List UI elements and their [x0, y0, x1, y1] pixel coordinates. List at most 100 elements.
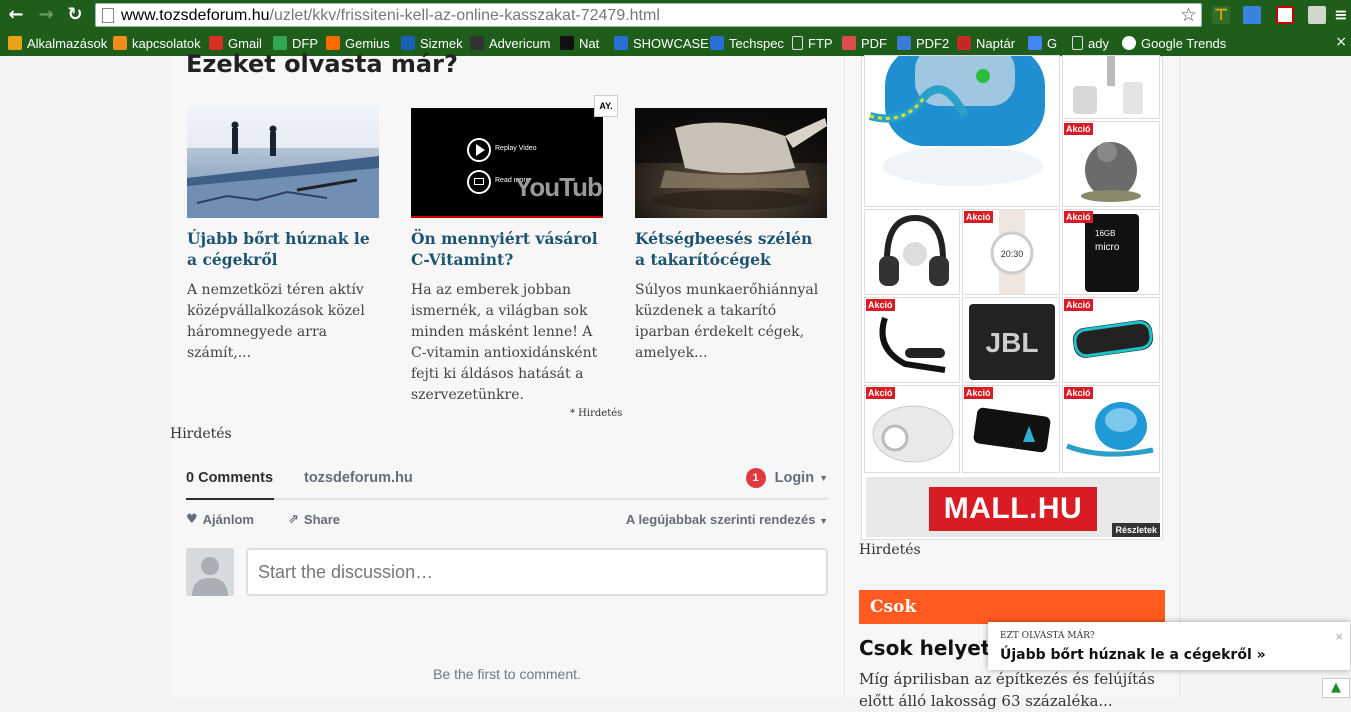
bookmark-item[interactable]: FTP — [792, 34, 833, 52]
play-icon[interactable] — [467, 138, 491, 162]
card-excerpt: Súlyos munkaerőhiánnyal küzdenek a takar… — [635, 282, 819, 361]
read-next-popup[interactable]: EZT OLVASTA MÁR? Újabb bőrt húznak le a … — [988, 622, 1350, 670]
login-label[interactable]: Login — [775, 470, 814, 486]
pickaxe-extension-icon[interactable]: ⊤ — [1212, 6, 1230, 24]
bookmark-item[interactable]: Alkalmazások — [8, 34, 107, 52]
product-tile[interactable]: Akció — [962, 385, 1060, 473]
bookmark-item[interactable]: ady — [1072, 34, 1109, 52]
bookmark-item[interactable]: G — [1028, 34, 1057, 52]
product-tile[interactable]: Akció 16GB micro — [1062, 209, 1160, 295]
reload-icon[interactable]: ↻ — [64, 4, 86, 26]
product-tile[interactable]: JBL — [962, 297, 1060, 383]
video-player[interactable]: Replay Video Read more YouTube — [411, 108, 603, 218]
product-tile[interactable] — [864, 55, 1060, 207]
bookmark-label: Techspec — [729, 35, 784, 51]
bookmark-star-icon[interactable]: ☆ — [1180, 4, 1197, 26]
product-tile[interactable]: Akció — [864, 385, 960, 473]
bookmark-favicon-icon — [560, 36, 574, 50]
bookmark-favicon-icon — [1028, 36, 1042, 50]
product-tile[interactable] — [1062, 55, 1160, 119]
broom-thumbnail[interactable] — [635, 108, 827, 218]
related-article-card[interactable]: Kétségbeesés szélén a takarítócégek Súly… — [635, 108, 827, 364]
address-bar[interactable]: www.tozsdeforum.hu/uzlet/kkv/frissiteni-… — [95, 3, 1202, 27]
related-article-card[interactable]: Újabb bőrt húznak le a cégekről A nemzet… — [187, 108, 379, 364]
bookmark-item[interactable]: Google Trends — [1122, 34, 1226, 52]
card-title[interactable]: Újabb bőrt húznak le a cégekről — [187, 228, 379, 270]
mall-logo[interactable]: MALL.HU — [929, 487, 1097, 531]
url-text[interactable]: www.tozsdeforum.hu/uzlet/kkv/frissiteni-… — [121, 7, 660, 25]
card-excerpt: Ha az emberek jobban ismernék, a világba… — [411, 282, 598, 403]
scroll-top-icon[interactable]: ▲ — [1322, 678, 1350, 698]
monitor-icon[interactable] — [467, 170, 491, 194]
popup-article-link[interactable]: Újabb bőrt húznak le a cégekről » — [1000, 647, 1266, 663]
business-thumbnail[interactable] — [187, 108, 379, 218]
bookmark-favicon-icon — [401, 36, 415, 50]
bookmark-item[interactable]: SHOWCASE — [614, 34, 709, 52]
close-icon[interactable]: × — [1335, 630, 1344, 643]
bookmark-label: Gemius — [345, 35, 390, 51]
replay-video-label[interactable]: Replay Video — [495, 145, 537, 152]
mall-ad-widget[interactable]: Akció Akció 20:30 Akció 16GB micro Akció … — [861, 55, 1163, 540]
product-tile[interactable] — [864, 209, 960, 295]
ad-label: Hirdetés — [859, 542, 921, 558]
share-button[interactable]: ⇗ Share — [288, 512, 340, 527]
bookmark-label: G — [1047, 35, 1058, 51]
card-title[interactable]: Ön mennyiért vásárol C-Vitamint? — [411, 228, 603, 270]
bookmark-favicon-icon — [710, 36, 724, 50]
menu-icon[interactable]: ≡ — [1330, 4, 1351, 26]
bookmark-item[interactable]: PDF2 — [897, 34, 949, 52]
bookmark-item[interactable]: Techspec — [710, 34, 784, 52]
bookmark-favicon-icon — [957, 36, 971, 50]
bookmark-label: DFP — [292, 35, 318, 51]
bookmark-favicon-icon — [113, 36, 127, 50]
tab-community[interactable]: tozsdeforum.hu — [304, 470, 413, 486]
bookmark-label: Sizmek — [420, 35, 463, 51]
login-menu[interactable]: 1 Login ▼ — [745, 468, 828, 488]
product-tile[interactable]: Akció — [1062, 385, 1160, 473]
mall-logo-banner[interactable]: MALL.HU Részletek — [866, 477, 1160, 537]
recommend-button[interactable]: ♥ Ajánlom — [186, 512, 254, 527]
bookmark-label: Nat — [579, 35, 600, 51]
product-tile[interactable]: Akció — [1062, 297, 1160, 383]
camera-extension-icon[interactable] — [1308, 6, 1326, 24]
bookmark-favicon-icon — [8, 36, 22, 50]
close-icon[interactable]: × — [1335, 34, 1347, 50]
product-tile[interactable]: Akció — [864, 297, 960, 383]
sponsored-note: * Hirdetés — [570, 408, 623, 419]
bookmark-item[interactable]: Nat — [560, 34, 599, 52]
back-arrow-icon[interactable]: ← — [5, 4, 27, 26]
category-header[interactable]: Csok — [859, 590, 1165, 624]
bookmark-label: Alkalmazások — [27, 35, 108, 51]
sidebar: Akció Akció 20:30 Akció 16GB micro Akció … — [844, 55, 1180, 710]
sale-badge: Akció — [1064, 123, 1093, 135]
bookmark-item[interactable]: PDF — [842, 34, 887, 52]
bookmark-favicon-icon — [842, 36, 856, 50]
sale-badge: Akció — [1064, 387, 1093, 399]
bookmark-label: SHOWCASE — [633, 35, 709, 51]
ad-network-badge[interactable]: AY. — [594, 95, 618, 117]
ad-label: Hirdetés — [170, 426, 232, 442]
popup-kicker: EZT OLVASTA MÁR? — [1000, 631, 1095, 641]
adblock-extension-icon[interactable] — [1276, 6, 1294, 24]
bookmark-item[interactable]: Advericum — [470, 34, 550, 52]
chevron-down-icon[interactable]: ▼ — [819, 473, 828, 483]
bookmark-item[interactable]: Naptár — [957, 34, 1015, 52]
heart-icon: ♥ — [186, 512, 198, 527]
sale-badge: Akció — [1064, 299, 1093, 311]
product-tile[interactable]: Akció — [1062, 121, 1160, 207]
notification-badge[interactable]: 1 — [745, 468, 766, 488]
card-title[interactable]: Kétségbeesés szélén a takarítócégek — [635, 228, 827, 270]
comments-actions: ♥ Ajánlom ⇗ Share A legújabbak szerinti re… — [186, 512, 828, 532]
comment-input[interactable]: Start the discussion… — [246, 548, 828, 596]
youtube-logo: YouTube — [515, 172, 603, 202]
forward-arrow-icon[interactable]: → — [35, 4, 57, 26]
avatar — [186, 548, 234, 596]
sponsored-article-card[interactable]: Replay Video Read more YouTube Ön mennyi… — [411, 108, 603, 406]
sort-dropdown[interactable]: A legújabbak szerinti rendezés ▼ — [626, 512, 828, 527]
check-extension-icon[interactable] — [1243, 6, 1261, 24]
bookmark-favicon-icon — [326, 36, 340, 50]
sidebar-article-title[interactable]: Csok helyett — [859, 636, 1000, 660]
product-tile[interactable]: Akció 20:30 — [962, 209, 1060, 295]
tab-comments[interactable]: 0 Comments — [186, 470, 275, 500]
details-button[interactable]: Részletek — [1112, 523, 1160, 537]
